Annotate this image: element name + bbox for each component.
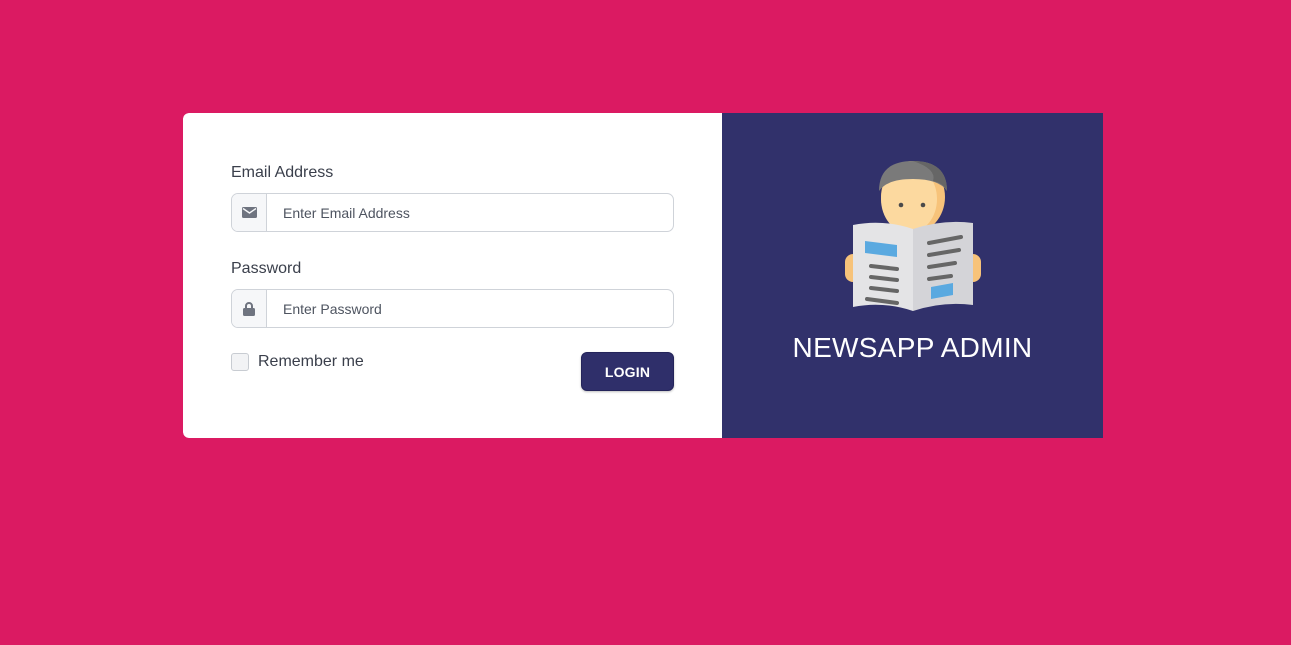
email-input[interactable] (267, 194, 673, 231)
brand-title: NEWSAPP ADMIN (792, 332, 1033, 363)
envelope-icon (232, 194, 267, 231)
login-form: Email Address Password (183, 113, 722, 438)
email-label: Email Address (231, 164, 334, 181)
login-button[interactable]: LOGIN (581, 352, 674, 391)
newspaper-reader-icon (843, 159, 983, 314)
password-label: Password (231, 260, 302, 277)
password-input-group (231, 289, 674, 328)
lock-icon (232, 290, 267, 327)
password-input[interactable] (267, 290, 673, 327)
remember-me-label: Remember me (258, 353, 364, 370)
email-input-group (231, 193, 674, 232)
login-card: Email Address Password (183, 113, 1103, 438)
remember-me-checkbox[interactable] (231, 353, 249, 371)
form-actions: Remember me LOGIN (231, 352, 674, 391)
brand-panel: NEWSAPP ADMIN (722, 113, 1103, 438)
remember-me[interactable]: Remember me (231, 353, 364, 371)
